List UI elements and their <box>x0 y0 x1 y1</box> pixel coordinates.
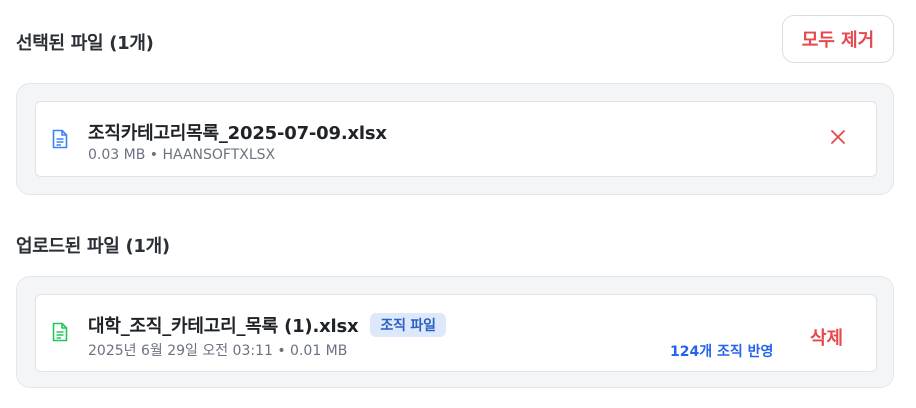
remove-all-button[interactable]: 모두 제거 <box>782 15 894 63</box>
selected-files-panel: 조직카테고리목록_2025-07-09.xlsx 0.03 MB • HAANS… <box>16 83 894 195</box>
uploaded-files-title: 업로드된 파일 (1개) <box>16 236 170 257</box>
selected-file-name: 조직카테고리목록_2025-07-09.xlsx <box>88 123 387 144</box>
selected-files-title: 선택된 파일 (1개) <box>16 33 154 54</box>
file-text-icon <box>52 129 68 149</box>
uploaded-file-card: 대학_조직_카테고리_목록 (1).xlsx 조직 파일 2025년 6월 29일… <box>35 294 877 372</box>
selected-file-card: 조직카테고리목록_2025-07-09.xlsx 0.03 MB • HAANS… <box>35 101 877 177</box>
uploaded-file-name: 대학_조직_카테고리_목록 (1).xlsx <box>88 316 359 337</box>
uploaded-file-name-row: 대학_조직_카테고리_목록 (1).xlsx 조직 파일 <box>88 312 446 338</box>
selected-file-meta: 0.03 MB • HAANSOFTXLSX <box>88 147 276 163</box>
close-icon[interactable] <box>828 127 848 147</box>
delete-button[interactable]: 삭제 <box>810 324 843 350</box>
file-type-badge: 조직 파일 <box>370 313 446 337</box>
file-text-icon <box>52 322 68 342</box>
uploaded-file-meta: 2025년 6월 29일 오전 03:11 • 0.01 MB <box>88 343 348 359</box>
uploaded-files-panel: 대학_조직_카테고리_목록 (1).xlsx 조직 파일 2025년 6월 29일… <box>16 276 894 388</box>
applied-count-status: 124개 조직 반영 <box>670 344 774 360</box>
